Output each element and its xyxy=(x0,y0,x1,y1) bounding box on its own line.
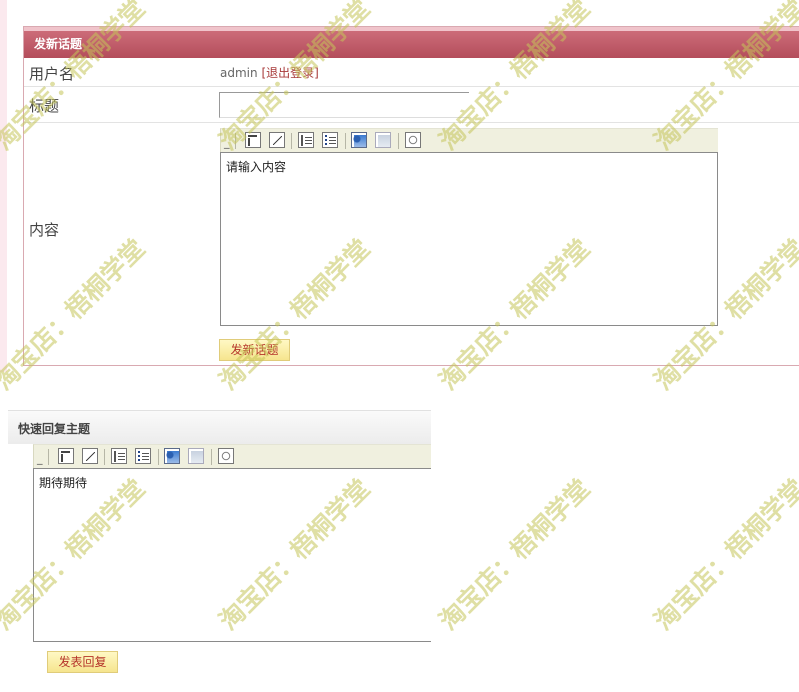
italic-icon[interactable] xyxy=(82,448,98,464)
toolbar-separator xyxy=(158,449,159,465)
quick-reply-header: 快速回复主题 xyxy=(8,410,431,444)
logout-link[interactable]: [退出登录] xyxy=(261,66,318,80)
bold-icon[interactable] xyxy=(245,132,261,148)
unordered-list-icon[interactable] xyxy=(322,132,338,148)
italic-icon[interactable] xyxy=(269,132,285,148)
image-disabled-icon xyxy=(188,448,204,464)
username-value: admin xyxy=(220,66,258,80)
title-label: 标题 xyxy=(29,97,60,115)
post-topic-button[interactable]: 发新话题 xyxy=(219,339,290,361)
toolbar-separator xyxy=(104,449,105,465)
toolbar-separator xyxy=(211,449,212,465)
unordered-list-icon[interactable] xyxy=(135,448,151,464)
content-editor-toolbar: _ xyxy=(220,128,718,152)
emoticon-icon[interactable] xyxy=(218,448,234,464)
toolbar-separator xyxy=(345,133,346,149)
logout-bracket-close: ] xyxy=(314,66,319,80)
watermark-text: 淘宝店：梧桐学堂 xyxy=(433,473,596,636)
quick-reply-editor: _ 期待期待 xyxy=(33,444,431,642)
username-label: 用户名 xyxy=(29,65,75,83)
toolbar-separator xyxy=(398,133,399,149)
quick-reply-toolbar: _ xyxy=(33,444,431,468)
toolbar-separator xyxy=(291,133,292,149)
ordered-list-icon[interactable] xyxy=(298,132,314,148)
quick-reply-title: 快速回复主题 xyxy=(18,422,91,436)
content-label: 内容 xyxy=(29,221,60,239)
toolbar-handle-icon: _ xyxy=(224,136,230,149)
quick-reply-textarea[interactable]: 期待期待 xyxy=(33,468,431,642)
emoticon-icon[interactable] xyxy=(405,132,421,148)
image-disabled-icon xyxy=(375,132,391,148)
left-stripe xyxy=(0,0,7,372)
content-textarea[interactable]: 请输入内容 xyxy=(220,152,718,326)
logout-label: 退出登录 xyxy=(266,66,315,80)
toolbar-handle-icon: _ xyxy=(37,452,43,465)
username-row: 用户名 admin [退出登录] xyxy=(24,58,799,87)
new-topic-header: 发新话题 xyxy=(24,27,799,58)
post-reply-button[interactable]: 发表回复 xyxy=(47,651,118,673)
insert-image-icon[interactable] xyxy=(351,132,367,148)
username-value-wrap: admin [退出登录] xyxy=(220,64,319,81)
watermark-text: 淘宝店：梧桐学堂 xyxy=(648,473,799,636)
toolbar-separator xyxy=(48,449,49,465)
ordered-list-icon[interactable] xyxy=(111,448,127,464)
bold-icon[interactable] xyxy=(58,448,74,464)
title-input[interactable] xyxy=(219,92,469,118)
toolbar-separator xyxy=(235,133,236,149)
title-row: 标题 xyxy=(24,87,799,123)
insert-image-icon[interactable] xyxy=(164,448,180,464)
content-editor: _ 请输入内容 xyxy=(220,128,718,326)
